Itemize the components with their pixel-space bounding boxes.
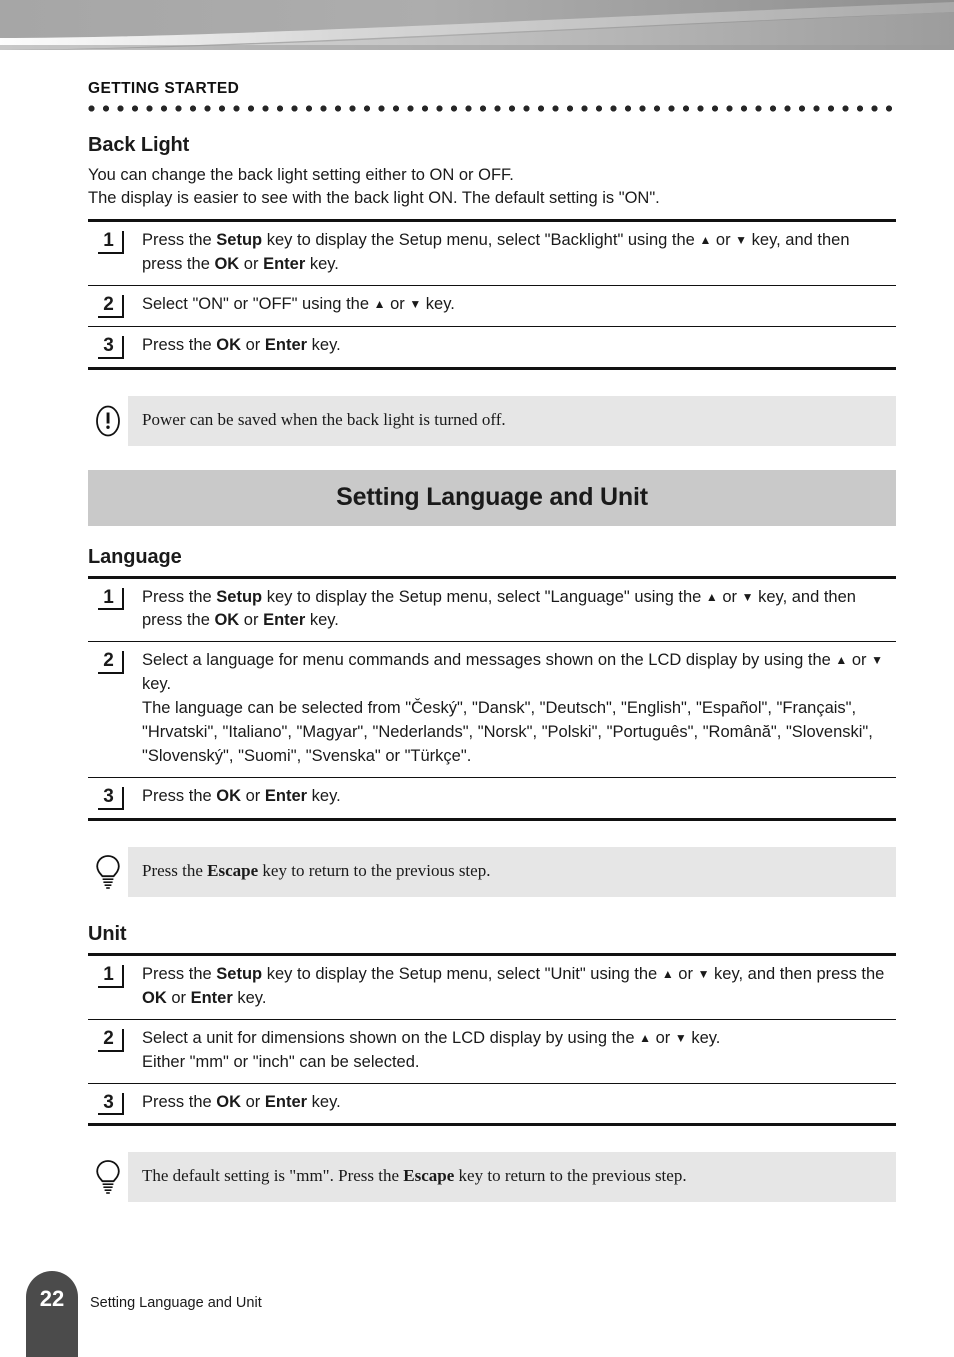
down-triangle-icon: ▼ (674, 1030, 687, 1045)
step-text: Press the OK or Enter key. (142, 1092, 341, 1111)
step-number: 2 (98, 294, 124, 318)
banner-graphic (0, 0, 954, 50)
language-heading: Language (88, 545, 182, 568)
step-row: 3 Press the OK or Enter key. (88, 325, 896, 367)
step-text: Press the Setup key to display the Setup… (142, 587, 856, 630)
backlight-note-callout: Power can be saved when the back light i… (88, 395, 896, 446)
language-tip-text: Press the Escape key to return to the pr… (128, 846, 896, 897)
backlight-intro-line-2: The display is easier to see with the ba… (88, 189, 660, 208)
exclamation-oval-icon (88, 396, 128, 446)
unit-tip-text: The default setting is "mm". Press the E… (128, 1152, 896, 1203)
unit-heading: Unit (88, 922, 127, 945)
step-text: Select "ON" or "OFF" using the ▲ or ▼ ke… (142, 294, 455, 313)
down-triangle-icon: ▼ (741, 589, 754, 604)
down-triangle-icon: ▼ (697, 966, 710, 981)
down-triangle-icon: ▼ (735, 232, 748, 247)
down-triangle-icon: ▼ (871, 653, 884, 668)
up-triangle-icon: ▲ (835, 653, 848, 668)
up-triangle-icon: ▲ (699, 232, 712, 247)
step-number: 1 (98, 587, 124, 611)
backlight-note-text: Power can be saved when the back light i… (128, 395, 896, 446)
unit-tip-callout: The default setting is "mm". Press the E… (88, 1152, 896, 1203)
step-text: Select a unit for dimensions shown on th… (142, 1028, 721, 1071)
unit-steps: 1 Press the Setup key to display the Setu… (88, 952, 896, 1127)
backlight-intro-line-1: You can change the back light setting ei… (88, 166, 514, 184)
page-number-tab: 22 (26, 1271, 78, 1357)
step-row: 2 Select a language for menu commands and… (88, 641, 896, 777)
step-number: 3 (98, 1092, 124, 1116)
dotted-divider (88, 105, 896, 112)
language-tip-callout: Press the Escape key to return to the pr… (88, 846, 896, 897)
step-row: 1 Press the Setup key to display the Setu… (88, 579, 896, 642)
up-triangle-icon: ▲ (705, 589, 718, 604)
page-footer: 22 Setting Language and Unit (0, 1271, 954, 1357)
up-triangle-icon: ▲ (661, 966, 674, 981)
step-row: 3 Press the OK or Enter key. (88, 776, 896, 818)
step-number: 2 (98, 651, 124, 675)
step-text: Select a language for menu commands and … (142, 651, 884, 766)
step-text: Press the OK or Enter key. (142, 335, 341, 354)
lightbulb-icon (88, 847, 128, 897)
step-row: 1 Press the Setup key to display the Setu… (88, 956, 896, 1019)
page-top-banner (0, 0, 954, 68)
step-text: Press the Setup key to display the Setup… (142, 964, 885, 1007)
up-triangle-icon: ▲ (639, 1030, 652, 1045)
step-text: Press the Setup key to display the Setup… (142, 230, 850, 273)
backlight-steps: 1 Press the Setup key to display the Setu… (88, 218, 896, 370)
up-triangle-icon: ▲ (373, 296, 386, 311)
section-banner-title: Setting Language and Unit (88, 469, 896, 526)
step-text: Press the OK or Enter key. (142, 786, 341, 805)
footer-section-label: Setting Language and Unit (90, 1295, 262, 1311)
step-number: 1 (98, 230, 124, 254)
step-row: 3 Press the OK or Enter key. (88, 1082, 896, 1124)
backlight-heading: Back Light (88, 134, 190, 156)
step-row: 1 Press the Setup key to display the Setu… (88, 222, 896, 285)
language-steps: 1 Press the Setup key to display the Setu… (88, 575, 896, 821)
step-row: 2 Select "ON" or "OFF" using the ▲ or ▼ k… (88, 284, 896, 326)
step-number: 1 (98, 964, 124, 988)
backlight-intro: You can change the back light setting ei… (88, 164, 896, 211)
step-number: 3 (98, 787, 124, 810)
step-row: 2 Select a unit for dimensions shown on t… (88, 1018, 896, 1083)
step-number: 2 (98, 1028, 124, 1052)
running-head: GETTING STARTED (88, 80, 240, 97)
page-content: GETTING STARTED Back Light You can chang… (88, 80, 896, 1203)
lightbulb-icon (88, 1152, 128, 1202)
step-number: 3 (98, 335, 124, 359)
down-triangle-icon: ▼ (409, 296, 422, 311)
